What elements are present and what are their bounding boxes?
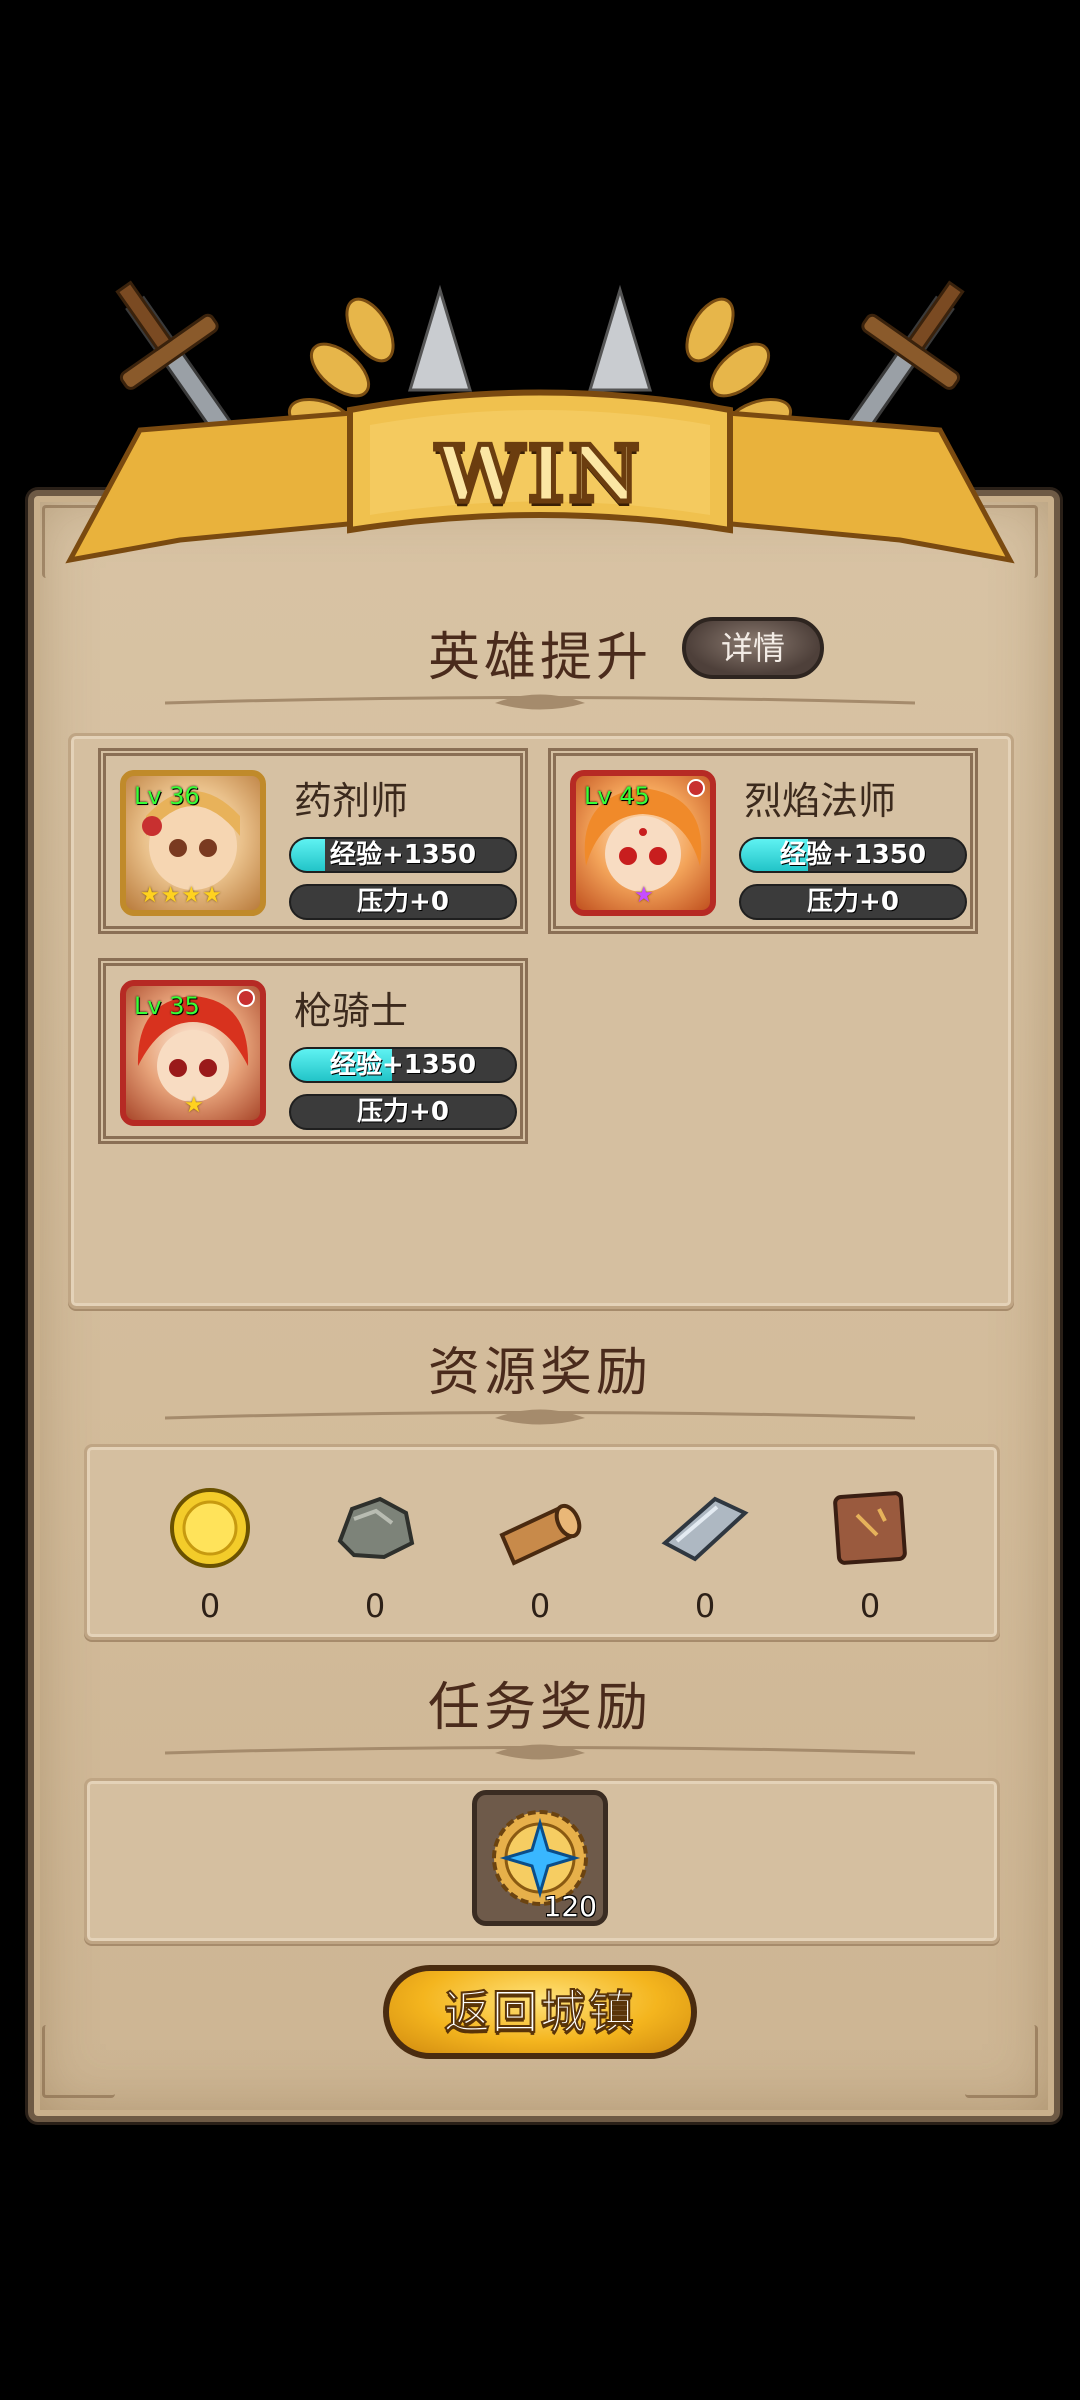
hero-card[interactable]: Lv 36 ★★★★ 药剂师 经验+1350 压力+0 <box>98 748 528 934</box>
resource-item-wood: 0 <box>485 1485 595 1625</box>
resource-count: 0 <box>529 1587 551 1625</box>
resource-count: 0 <box>694 1587 716 1625</box>
details-button[interactable]: 详情 <box>682 617 824 679</box>
hero-name: 烈焰法师 <box>744 779 897 823</box>
exp-bar: 经验+1350 <box>289 837 517 873</box>
iron-ingot-icon <box>661 1496 749 1562</box>
stress-bar: 压力+0 <box>289 884 517 920</box>
stress-text: 压力+0 <box>357 1097 449 1127</box>
hero-name: 枪骑士 <box>294 989 409 1033</box>
task-reward-count: 120 <box>543 1890 597 1923</box>
hero-portrait: Lv 36 ★★★★ <box>120 770 266 916</box>
stress-text: 压力+0 <box>357 887 449 917</box>
exp-text: 经验+1350 <box>779 840 927 870</box>
resource-item-stone: 0 <box>320 1485 430 1625</box>
return-to-town-button[interactable]: 返回城镇 <box>383 1965 697 2059</box>
section-divider <box>165 694 915 710</box>
section-divider <box>165 1744 915 1760</box>
leather-hide-icon <box>833 1491 907 1565</box>
hero-card[interactable]: Lv 45 ★ 烈焰法师 经验+1350 压力+0 <box>548 748 978 934</box>
resource-count: 0 <box>364 1587 386 1625</box>
hero-level: Lv 45 <box>584 782 650 810</box>
resource-count: 0 <box>859 1587 881 1625</box>
stone-ore-icon <box>337 1496 415 1560</box>
resource-section-title: 资源奖励 <box>427 1343 652 1403</box>
spear-tip-icon <box>407 284 473 392</box>
gold-coin-icon <box>170 1488 250 1568</box>
wood-log-icon <box>499 1503 582 1566</box>
resource-item-iron: 0 <box>650 1485 760 1625</box>
hero-portrait: Lv 35 ★ <box>120 980 266 1126</box>
exp-bar: 经验+1350 <box>289 1047 517 1083</box>
hero-level: Lv 36 <box>134 782 200 810</box>
section-divider <box>165 1409 915 1425</box>
stress-bar: 压力+0 <box>289 1094 517 1130</box>
task-reward-item[interactable]: 120 <box>472 1790 608 1926</box>
exp-text: 经验+1350 <box>329 840 477 870</box>
hero-stars: ★ <box>634 883 655 908</box>
spear-tip-icon <box>587 284 653 392</box>
resource-item-leather: 0 <box>815 1485 925 1625</box>
hero-stars: ★ <box>184 1093 205 1118</box>
panel-corner-ornament <box>965 2025 1038 2098</box>
stress-bar: 压力+0 <box>739 884 967 920</box>
task-section-title: 任务奖励 <box>427 1678 652 1738</box>
exp-bar: 经验+1350 <box>739 837 967 873</box>
hero-section-title: 英雄提升 <box>427 628 652 688</box>
hero-portrait: Lv 45 ★ <box>570 770 716 916</box>
exp-text: 经验+1350 <box>329 1050 477 1080</box>
hero-stars: ★★★★ <box>140 883 223 908</box>
hero-level: Lv 35 <box>134 992 200 1020</box>
win-title: WIN <box>434 427 644 523</box>
resource-item-gold: 0 <box>155 1485 265 1625</box>
hero-card[interactable]: Lv 35 ★ 枪骑士 经验+1350 压力+0 <box>98 958 528 1144</box>
stress-text: 压力+0 <box>807 887 899 917</box>
panel-corner-ornament <box>42 2025 115 2098</box>
resource-count: 0 <box>199 1587 221 1625</box>
hero-name: 药剂师 <box>294 779 409 823</box>
